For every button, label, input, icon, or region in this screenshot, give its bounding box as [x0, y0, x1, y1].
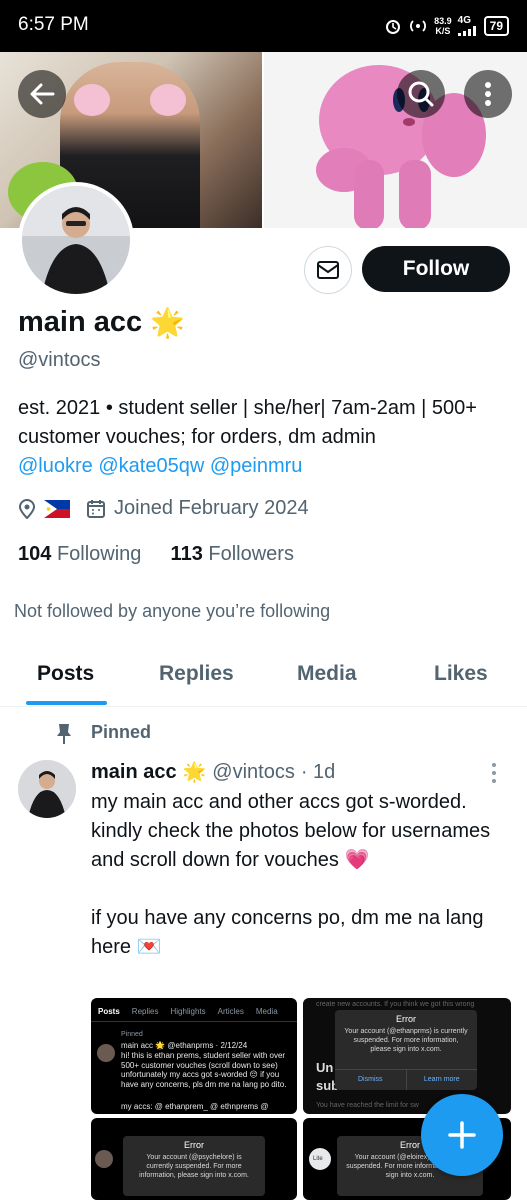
more-vertical-icon: [485, 82, 491, 106]
media-image-2[interactable]: create new accounts. If you think we got…: [303, 998, 511, 1114]
status-icons: 83.9 K/S 4G 79: [384, 12, 509, 40]
tab-posts[interactable]: Posts: [37, 662, 94, 686]
following-link[interactable]: 104 Following: [18, 543, 141, 565]
profile-bio: est. 2021 • student seller | she/her| 7a…: [18, 394, 518, 481]
back-arrow-icon: [30, 83, 55, 105]
alarm-icon: [386, 20, 401, 34]
profile-tabs: Posts Replies Media Likes: [0, 648, 527, 707]
star-emoji-icon: 🌟: [182, 762, 207, 783]
follow-button[interactable]: Follow: [362, 246, 510, 292]
philippines-flag-icon: [44, 499, 70, 518]
status-bar: 6:57 PM 83.9 K/S 4G 79: [0, 0, 527, 52]
post-text: my main acc and other accs got s-worded.…: [91, 788, 511, 962]
active-tab-indicator: [26, 701, 107, 705]
pinned-label: Pinned: [91, 722, 152, 742]
search-icon: [408, 81, 434, 107]
post-avatar[interactable]: [18, 760, 76, 818]
tab-likes[interactable]: Likes: [434, 662, 488, 686]
following-count: 104: [18, 543, 52, 565]
battery-indicator: 79: [483, 16, 509, 36]
follow-counts: 104 Following 113 Followers: [18, 543, 294, 566]
search-button[interactable]: [397, 70, 445, 118]
post-paragraph-2: if you have any concerns po, dm me na la…: [91, 907, 484, 958]
signal-bars-icon: [457, 26, 476, 36]
media-image-1[interactable]: Posts Replies Highlights Articles Media …: [91, 998, 297, 1114]
not-followed-notice: Not followed by anyone you’re following: [14, 601, 331, 621]
profile-name: main acc 🌟: [18, 306, 185, 339]
signal-indicator: 4G: [457, 16, 478, 36]
compose-button[interactable]: [421, 1094, 503, 1176]
profile-meta: Joined February 2024: [18, 497, 309, 520]
plus-icon: [448, 1121, 476, 1149]
star-emoji-icon: 🌟: [150, 307, 186, 338]
profile-avatar[interactable]: [18, 182, 134, 298]
post-author[interactable]: main acc: [91, 761, 177, 784]
tab-media[interactable]: Media: [297, 662, 357, 686]
bio-mention-peinmru[interactable]: @peinmru: [210, 455, 303, 477]
envelope-icon: [317, 261, 339, 279]
banner-pink-ears: [74, 84, 186, 116]
back-button[interactable]: [18, 70, 66, 118]
profile-handle: @vintocs: [18, 349, 101, 371]
more-options-button[interactable]: [464, 70, 512, 118]
bio-text: est. 2021 • student seller | she/her| 7a…: [18, 397, 477, 448]
status-time: 6:57 PM: [18, 14, 89, 35]
media1-avatar: [97, 1044, 115, 1062]
media2-error-dialog: Error Your account (@ethanprms) is curre…: [335, 1010, 477, 1090]
location-pin-icon: [18, 498, 36, 519]
post-more-icon[interactable]: [490, 762, 498, 784]
calendar-icon: [87, 499, 105, 518]
message-button[interactable]: [304, 246, 352, 294]
bio-mention-kate05qw[interactable]: @kate05qw: [98, 455, 204, 477]
hotspot-icon: [410, 20, 427, 32]
post-paragraph-1: my main acc and other accs got s-worded.…: [91, 791, 491, 871]
media3-avatar: [95, 1150, 113, 1168]
media1-tabs: Posts Replies Highlights Articles Media: [91, 998, 297, 1022]
profile-name-text: main acc: [18, 306, 143, 338]
bio-mention-luokre[interactable]: @luokre: [18, 455, 93, 477]
tab-replies[interactable]: Replies: [159, 662, 234, 686]
post-time: · 1d: [300, 760, 336, 783]
post-header: main acc 🌟 @vintocs · 1d: [91, 760, 335, 784]
media3-error-dialog: Error Your account (@psychelore) is curr…: [123, 1136, 265, 1196]
followers-count: 113: [170, 543, 203, 565]
joined-date: Joined February 2024: [114, 497, 309, 519]
followers-link[interactable]: 113 Followers: [171, 543, 294, 565]
pin-icon: [57, 724, 71, 744]
media-image-3[interactable]: Error Your account (@psychelore) is curr…: [91, 1118, 297, 1200]
network-speed: 83.9 K/S: [434, 16, 452, 36]
avatar-photo: [22, 186, 130, 294]
post-handle[interactable]: @vintocs: [212, 761, 295, 784]
post-avatar-photo: [18, 760, 76, 818]
